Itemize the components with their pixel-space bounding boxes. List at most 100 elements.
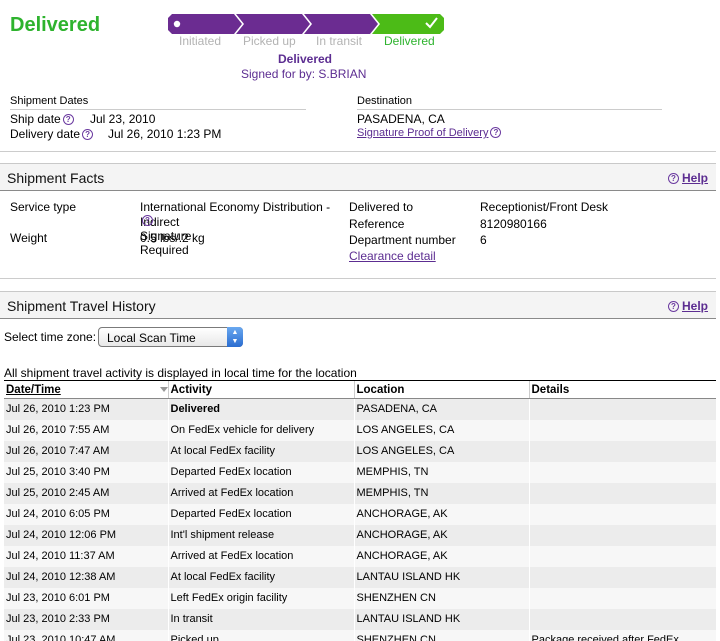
column-header-details: Details bbox=[528, 380, 716, 399]
cell-location: ANCHORAGE, AK bbox=[353, 524, 529, 546]
column-header-label: Date/Time bbox=[6, 383, 61, 396]
destination-label: Destination bbox=[357, 95, 662, 110]
cell-activity: Left FedEx origin facility bbox=[167, 587, 354, 609]
table-row: Jul 24, 2010 6:05 PM Departed FedEx locat… bbox=[4, 503, 716, 525]
cell-date-time: Jul 24, 2010 11:37 AM bbox=[4, 545, 168, 567]
shipment-facts-title: Shipment Facts bbox=[7, 170, 105, 186]
cell-details bbox=[528, 461, 716, 483]
cell-details bbox=[528, 482, 716, 504]
department-value: 6 bbox=[480, 233, 487, 247]
table-header-row: Date/Time Activity Location Details bbox=[4, 380, 716, 399]
cell-location: SHENZHEN CN bbox=[353, 587, 529, 609]
history-help-link[interactable]: ? Help bbox=[667, 299, 708, 313]
timezone-select[interactable]: Local Scan Time ▲ ▼ bbox=[98, 327, 243, 347]
column-header-location: Location bbox=[353, 380, 529, 399]
cell-details bbox=[528, 440, 716, 462]
cell-details bbox=[528, 524, 716, 546]
delivered-caption: Delivered bbox=[277, 52, 333, 66]
table-row: Jul 25, 2010 3:40 PM Departed FedEx locat… bbox=[4, 461, 716, 483]
cell-details bbox=[528, 503, 716, 525]
delivered-to-key: Delivered to bbox=[349, 200, 414, 214]
cell-date-time: Jul 23, 2010 10:47 AM bbox=[4, 629, 168, 641]
divider bbox=[0, 278, 716, 279]
cell-location: PASADENA, CA bbox=[353, 398, 529, 420]
destination-city: PASADENA, CA bbox=[357, 112, 445, 126]
shipment-facts: Service type International Economy Distr… bbox=[0, 197, 716, 267]
step-label-delivered: Delivered bbox=[384, 34, 435, 48]
table-row: Jul 25, 2010 2:45 AM Arrived at FedEx loc… bbox=[4, 482, 716, 504]
table-row: Jul 23, 2010 10:47 AM Picked up SHENZHEN C… bbox=[4, 629, 716, 641]
help-link-label: Help bbox=[681, 299, 708, 313]
cell-location: LOS ANGELES, CA bbox=[353, 419, 529, 441]
travel-history-table: Date/Time Activity Location Details Jul … bbox=[4, 380, 716, 641]
cell-date-time: Jul 23, 2010 6:01 PM bbox=[4, 587, 168, 609]
cell-activity: Picked up bbox=[167, 629, 354, 641]
table-row: Jul 24, 2010 11:37 AM Arrived at FedEx lo… bbox=[4, 545, 716, 567]
weight-key: Weight bbox=[10, 231, 48, 245]
travel-history-title: Shipment Travel History bbox=[7, 298, 156, 314]
table-row: Jul 26, 2010 1:23 PM Delivered PASADENA, C… bbox=[4, 398, 716, 420]
cell-activity: In transit bbox=[167, 608, 354, 630]
divider bbox=[0, 151, 716, 152]
column-header-activity: Activity bbox=[167, 380, 354, 399]
table-row: Jul 23, 2010 2:33 PM In transit LANTAU ISL… bbox=[4, 608, 716, 630]
cell-details bbox=[528, 608, 716, 630]
cell-activity: Int'l shipment release bbox=[167, 524, 354, 546]
help-link-label: Help bbox=[681, 171, 708, 185]
weight-value: 0.5 lbs/.2 kg bbox=[140, 231, 205, 245]
cell-date-time: Jul 26, 2010 1:23 PM bbox=[4, 398, 168, 420]
service-type-key: Service type bbox=[10, 200, 77, 214]
cell-activity: On FedEx vehicle for delivery bbox=[167, 419, 354, 441]
cell-date-time: Jul 26, 2010 7:55 AM bbox=[4, 419, 168, 441]
table-row: Jul 23, 2010 6:01 PM Left FedEx origin fa… bbox=[4, 587, 716, 609]
cell-details bbox=[528, 398, 716, 420]
progress-step-labels: Initiated Picked up In transit Delivered bbox=[168, 34, 444, 48]
progress-step-in-transit bbox=[304, 14, 378, 34]
cell-location: SHENZHEN CN bbox=[353, 629, 529, 641]
status-title: Delivered bbox=[10, 14, 101, 36]
signature-proof-link[interactable]: Signature Proof of Delivery bbox=[357, 127, 488, 139]
shipment-dates: Shipment Dates Ship date? Jul 23, 2010 D… bbox=[10, 95, 310, 142]
cell-date-time: Jul 26, 2010 7:47 AM bbox=[4, 440, 168, 462]
cell-date-time: Jul 25, 2010 3:40 PM bbox=[4, 461, 168, 483]
travel-history-header: Shipment Travel History ? Help bbox=[0, 291, 716, 319]
help-icon[interactable]: ? bbox=[62, 114, 74, 125]
cell-date-time: Jul 24, 2010 12:06 PM bbox=[4, 524, 168, 546]
cell-location: MEMPHIS, TN bbox=[353, 461, 529, 483]
sort-arrow-icon bbox=[160, 387, 168, 392]
ship-date-value: Jul 23, 2010 bbox=[90, 112, 156, 126]
shipment-facts-header: Shipment Facts ? Help bbox=[0, 163, 716, 191]
cell-location: ANCHORAGE, AK bbox=[353, 503, 529, 525]
delivery-date-key: Delivery date bbox=[10, 127, 81, 141]
local-time-note: All shipment travel activity is displaye… bbox=[4, 366, 357, 380]
cell-activity: Arrived at FedEx location bbox=[167, 545, 354, 567]
column-header-date-time[interactable]: Date/Time bbox=[4, 380, 168, 399]
cell-date-time: Jul 24, 2010 12:38 AM bbox=[4, 566, 168, 588]
help-icon[interactable]: ? bbox=[82, 129, 94, 140]
signed-for-caption: Signed for by: S.BRIAN bbox=[241, 67, 367, 81]
cell-date-time: Jul 25, 2010 2:45 AM bbox=[4, 482, 168, 504]
clearance-detail-link[interactable]: Clearance detail bbox=[349, 249, 436, 263]
cell-date-time: Jul 24, 2010 6:05 PM bbox=[4, 503, 168, 525]
cell-activity: Departed FedEx location bbox=[167, 461, 354, 483]
table-row: Jul 24, 2010 12:06 PM Int'l shipment rele… bbox=[4, 524, 716, 546]
timezone-value: Local Scan Time bbox=[107, 331, 196, 345]
step-label-picked-up: Picked up bbox=[243, 34, 296, 48]
department-key: Department number bbox=[349, 233, 456, 247]
table-row: Jul 26, 2010 7:47 AM At local FedEx facil… bbox=[4, 440, 716, 462]
cell-location: MEMPHIS, TN bbox=[353, 482, 529, 504]
help-icon[interactable]: ? bbox=[142, 215, 153, 226]
cell-activity: At local FedEx facility bbox=[167, 566, 354, 588]
cell-activity: At local FedEx facility bbox=[167, 440, 354, 462]
cell-activity: Arrived at FedEx location bbox=[167, 482, 354, 504]
cell-location: LOS ANGELES, CA bbox=[353, 440, 529, 462]
cell-date-time: Jul 23, 2010 2:33 PM bbox=[4, 608, 168, 630]
cell-location: ANCHORAGE, AK bbox=[353, 545, 529, 567]
reference-key: Reference bbox=[349, 217, 405, 231]
help-icon[interactable]: ? bbox=[490, 127, 502, 138]
facts-help-link[interactable]: ? Help bbox=[667, 171, 708, 185]
table-row: Jul 24, 2010 12:38 AM At local FedEx faci… bbox=[4, 566, 716, 588]
delivery-date-value: Jul 26, 2010 1:23 PM bbox=[108, 127, 222, 141]
delivered-to-value: Receptionist/Front Desk bbox=[480, 200, 609, 214]
timezone-label: Select time zone: bbox=[4, 330, 97, 344]
